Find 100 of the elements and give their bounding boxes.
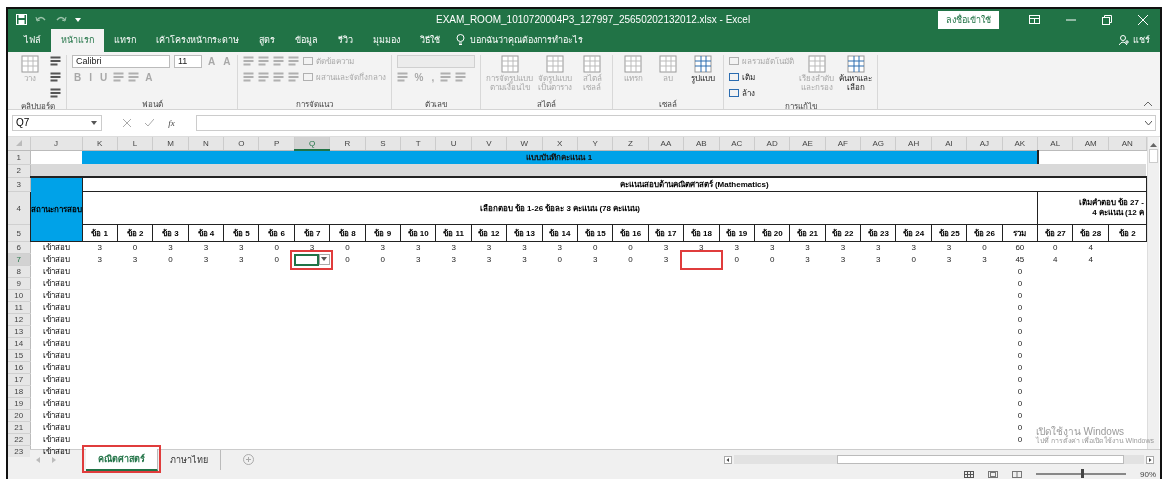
sign-in-button[interactable]: ลงชื่อเข้าใช้ xyxy=(938,10,999,29)
column-header[interactable]: R xyxy=(329,137,366,151)
selected-cell[interactable] xyxy=(294,253,319,266)
column-header[interactable]: Z xyxy=(612,137,649,151)
ribbon-tab[interactable]: วิธีใช้ xyxy=(410,28,450,52)
column-header[interactable]: AL xyxy=(1037,137,1073,151)
header-cell: ข้อ 5 xyxy=(223,224,259,242)
column-header[interactable]: AA xyxy=(648,137,684,151)
table-cell-text: 3 xyxy=(945,254,953,266)
column-header[interactable]: AH xyxy=(896,137,932,151)
dropdown-button[interactable] xyxy=(318,253,330,265)
column-header[interactable]: L xyxy=(117,137,153,151)
collapse-icon[interactable] xyxy=(1144,100,1152,106)
column-header[interactable]: O xyxy=(223,137,259,151)
add-sheet-icon[interactable] xyxy=(243,454,254,466)
page-layout-icon[interactable] xyxy=(988,470,998,478)
ribbon-button[interactable]: ล้าง xyxy=(729,86,756,100)
row-header[interactable]: 4 xyxy=(8,191,30,225)
table-cell: เข้าสอบ xyxy=(30,397,82,410)
table-cell-text: 0 xyxy=(1016,410,1024,422)
zoom-level[interactable]: 90% xyxy=(1140,469,1156,479)
column-header[interactable]: K xyxy=(82,137,118,151)
tool-icon[interactable] xyxy=(50,88,61,99)
insert-function-button[interactable]: fx xyxy=(168,117,175,128)
ribbon-tab[interactable]: หน้าแรก xyxy=(51,28,104,52)
ribbon-tab[interactable]: มุมมอง xyxy=(363,28,410,52)
column-header[interactable]: AJ xyxy=(966,137,1003,151)
scroll-thumb[interactable] xyxy=(836,455,1124,465)
table-cell: 0 xyxy=(117,241,153,254)
left-arrow-icon[interactable] xyxy=(724,455,732,464)
column-header[interactable]: AG xyxy=(860,137,896,151)
header-cell: ข้อ 22 xyxy=(825,224,861,242)
column-header[interactable]: M xyxy=(152,137,189,151)
normal-view-icon[interactable] xyxy=(964,470,974,478)
column-header[interactable]: V xyxy=(471,137,507,151)
dropdown-field[interactable]: Calibri xyxy=(72,54,170,68)
scroll-thumb[interactable] xyxy=(1148,149,1158,164)
ribbon-display-icon[interactable] xyxy=(1029,15,1040,25)
share-button[interactable]: แชร์ xyxy=(1133,32,1150,47)
undo-icon[interactable] xyxy=(35,14,47,25)
page-break-icon[interactable] xyxy=(1012,470,1022,478)
ribbon-button[interactable]: เติม xyxy=(729,70,756,84)
dropdown-field[interactable]: 11 xyxy=(174,54,202,68)
column-header[interactable]: S xyxy=(365,137,401,151)
table-cell: 4 xyxy=(1072,241,1109,254)
formula-input[interactable] xyxy=(196,114,1156,131)
column-header[interactable]: X xyxy=(542,137,578,151)
table-icon xyxy=(581,54,604,74)
ribbon-tab[interactable]: รีวิว xyxy=(328,28,363,52)
column-header[interactable]: J xyxy=(30,137,82,151)
table-cell: เข้าสอบ xyxy=(30,373,82,386)
caret-icon[interactable] xyxy=(75,16,81,23)
close-icon[interactable] xyxy=(1138,14,1148,25)
ribbon-tab[interactable]: สูตร xyxy=(249,28,285,52)
ribbon-button[interactable]: รูปแบบ xyxy=(688,54,719,83)
column-header[interactable]: AC xyxy=(719,137,755,151)
column-header[interactable]: AI xyxy=(931,137,967,151)
column-header[interactable]: N xyxy=(188,137,224,151)
caret-icon[interactable] xyxy=(91,120,97,125)
restore-icon[interactable] xyxy=(1102,14,1112,25)
minimize-icon[interactable] xyxy=(1066,18,1076,21)
column-header[interactable]: W xyxy=(506,137,543,151)
save-icon[interactable] xyxy=(16,14,27,26)
ribbon-tab[interactable]: แทรก xyxy=(104,28,146,52)
table-cell: เข้าสอบ xyxy=(30,445,82,458)
column-header[interactable]: AM xyxy=(1072,137,1109,151)
slider-thumb[interactable] xyxy=(1081,469,1084,479)
column-header[interactable]: AK xyxy=(1002,137,1038,151)
ribbon-tab[interactable]: ข้อมูล xyxy=(285,28,328,52)
tool-icon[interactable] xyxy=(50,56,61,67)
person-icon[interactable] xyxy=(1119,34,1129,45)
column-header[interactable]: AD xyxy=(754,137,790,151)
redo-icon[interactable] xyxy=(55,14,67,25)
caret-icon[interactable] xyxy=(1145,120,1152,125)
column-header[interactable]: U xyxy=(435,137,472,151)
column-header[interactable]: AB xyxy=(683,137,720,151)
table-cell-text: 0 xyxy=(1016,386,1024,398)
name-box[interactable]: Q7 xyxy=(12,114,102,131)
column-header[interactable]: Q xyxy=(294,137,330,151)
right-arrow-icon[interactable] xyxy=(1146,455,1154,464)
column-header[interactable]: Y xyxy=(577,137,613,151)
column-header[interactable]: AN xyxy=(1108,137,1147,151)
column-header[interactable]: T xyxy=(400,137,436,151)
column-header[interactable]: AE xyxy=(789,137,826,151)
ribbon-tab[interactable]: ไฟล์ xyxy=(14,28,51,52)
lightbulb-icon[interactable] xyxy=(456,34,465,46)
table-cell-text: 0 xyxy=(1016,266,1024,278)
check-icon[interactable] xyxy=(145,118,155,127)
table-cell: 0 xyxy=(329,253,366,266)
column-header[interactable]: AF xyxy=(825,137,861,151)
tell-me-search[interactable]: บอกฉันว่าคุณต้องการทำอะไร xyxy=(470,32,583,47)
up-arrow-icon[interactable] xyxy=(1149,143,1157,148)
table-cell: 3 xyxy=(719,241,755,254)
table-cell: 60 xyxy=(1002,241,1038,254)
horizontal-scrollbar[interactable] xyxy=(734,455,1144,465)
ribbon-tab[interactable]: เค้าโครงหน้ากระดาษ xyxy=(146,28,249,52)
cancel-icon[interactable] xyxy=(123,118,132,127)
column-header[interactable]: P xyxy=(258,137,295,151)
ribbon-button[interactable]: ค้นหาและ เลือก xyxy=(839,54,873,92)
tool-icon[interactable] xyxy=(50,72,61,83)
